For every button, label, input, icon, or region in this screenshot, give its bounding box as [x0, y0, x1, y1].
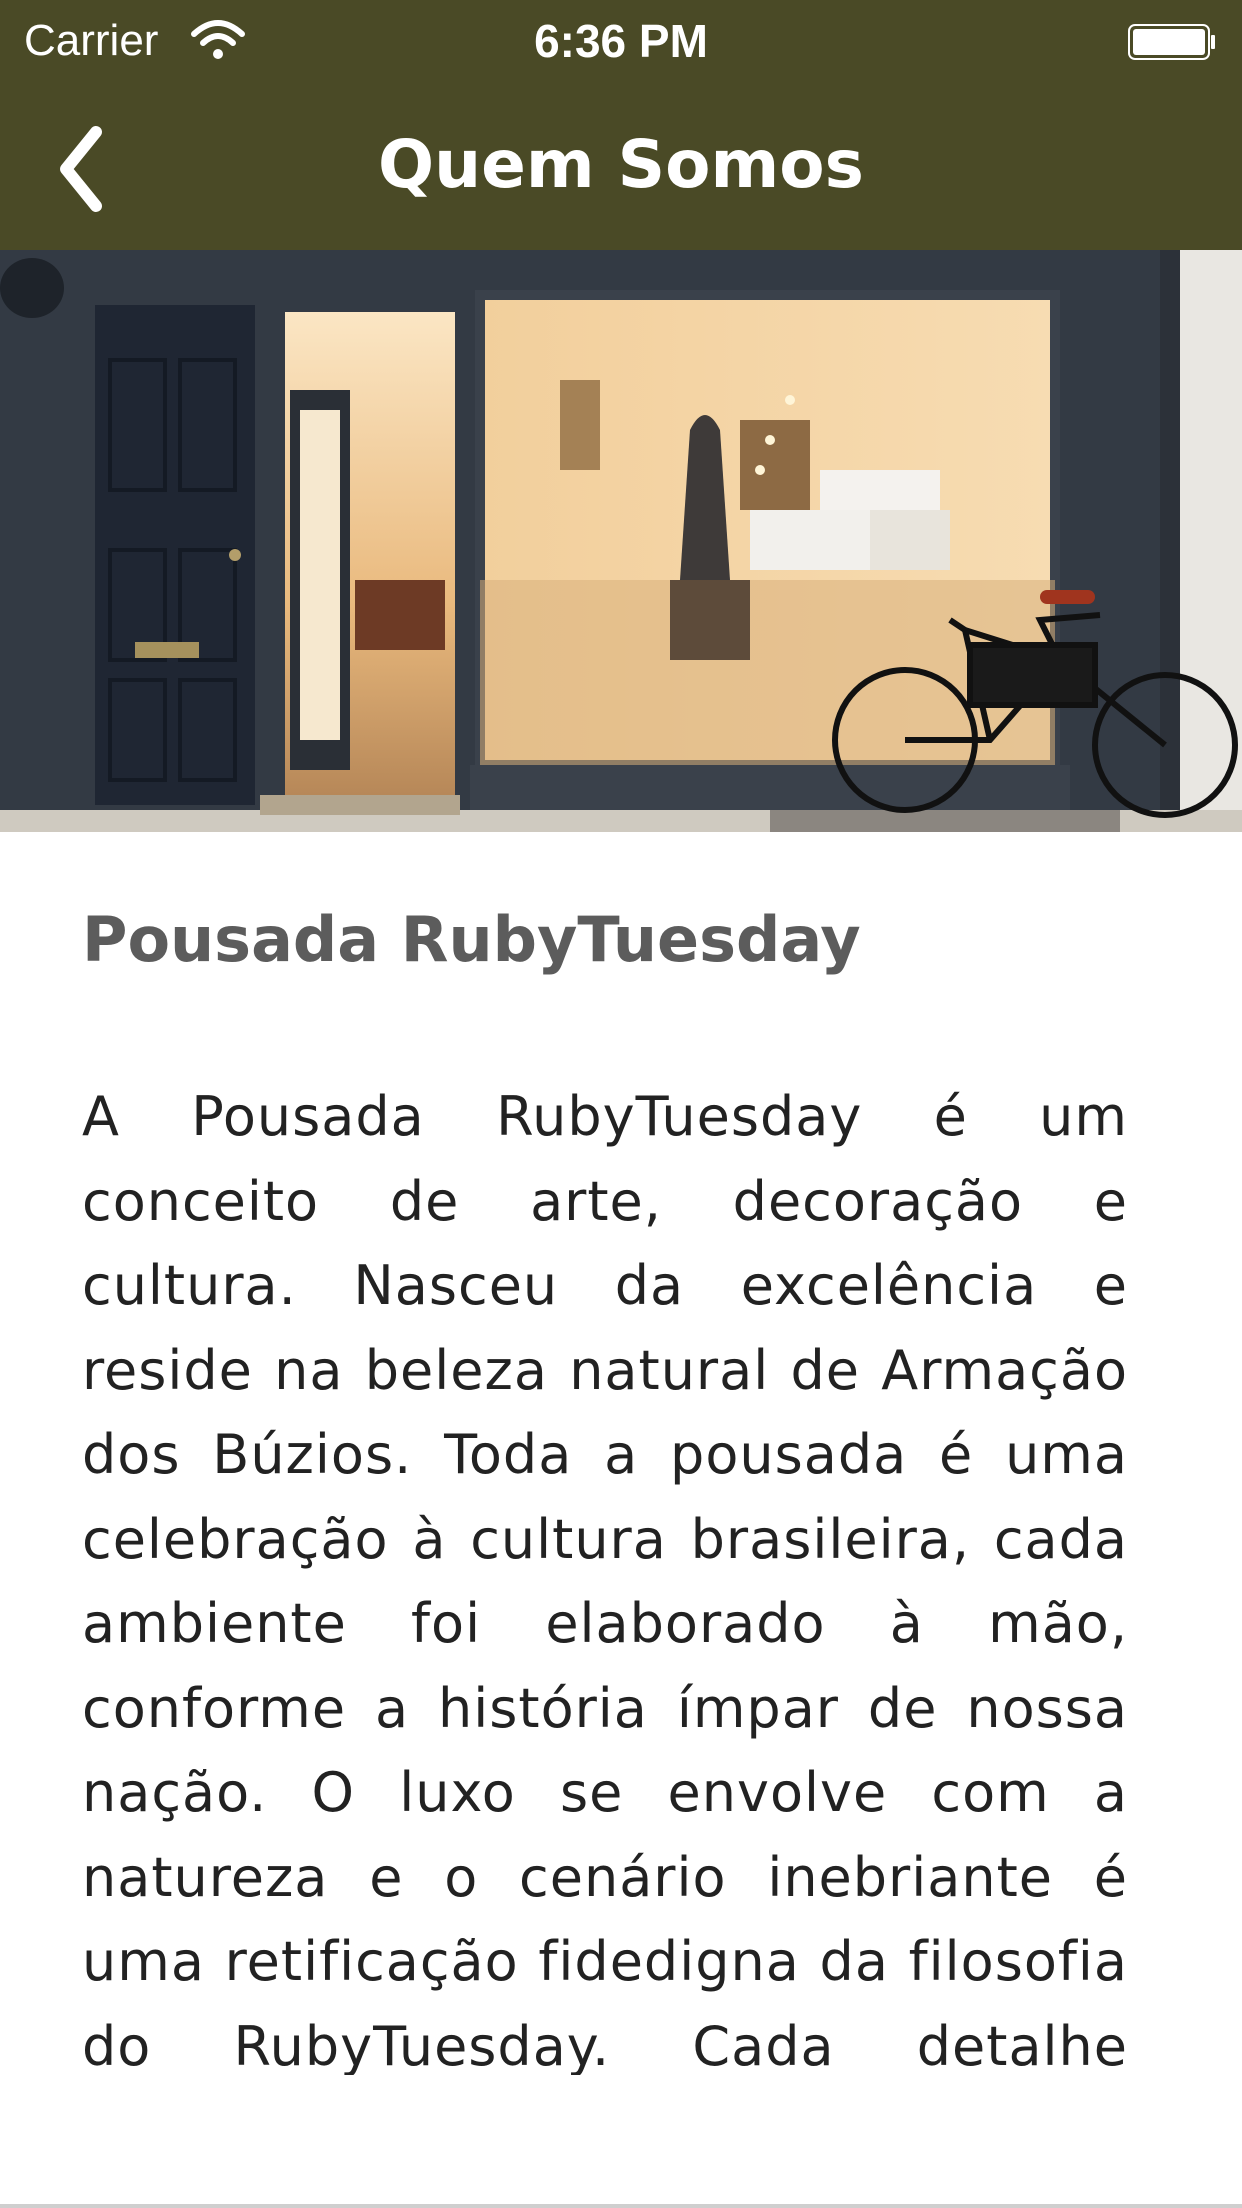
- bottom-divider: [0, 2204, 1242, 2208]
- section-heading: Pousada RubyTuesday: [82, 903, 861, 976]
- status-bar: Carrier 6:36 PM: [0, 0, 1242, 88]
- navigation-bar: Quem Somos: [0, 88, 1242, 250]
- body-text-container[interactable]: A Pousada RubyTuesday é um conceito de a…: [82, 1075, 1128, 2075]
- status-time: 6:36 PM: [534, 15, 708, 67]
- about-section: Pousada RubyTuesday A Pousada RubyTuesda…: [82, 900, 1128, 2075]
- battery-icon: [1128, 24, 1215, 60]
- hero-storefront-image: [0, 250, 1242, 832]
- top-bar: Carrier 6:36 PM Quem Somos: [0, 0, 1242, 250]
- page-title: Quem Somos: [378, 126, 864, 203]
- body-text: A Pousada RubyTuesday é um conceito de a…: [82, 1085, 1128, 2075]
